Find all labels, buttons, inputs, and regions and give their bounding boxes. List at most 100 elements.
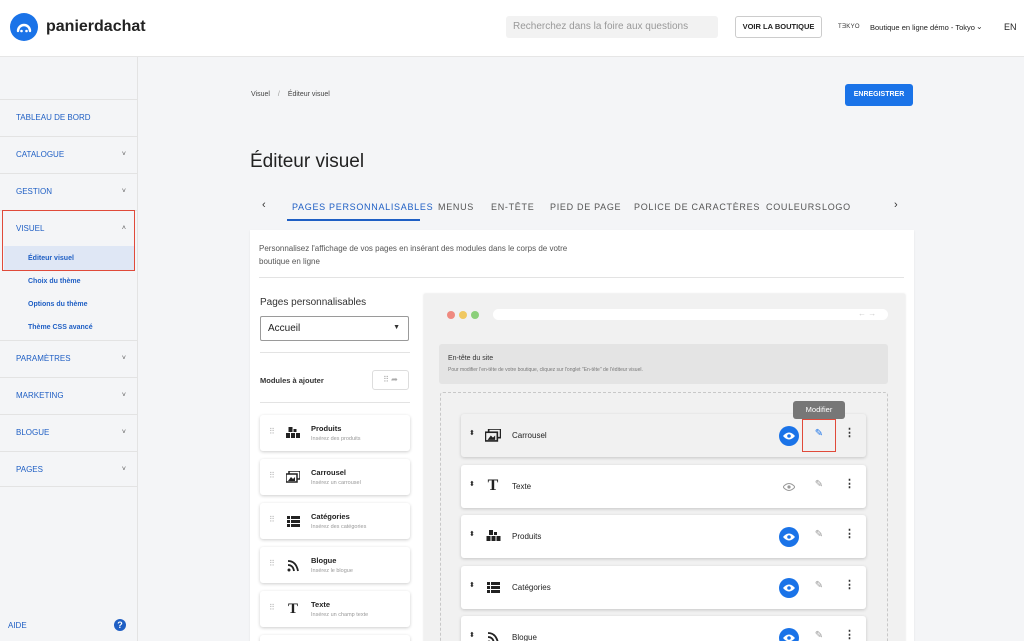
drag-share-icon[interactable]: ⠿ ➦ — [372, 370, 409, 390]
module-desc: Insérez un champ texte — [311, 612, 369, 618]
chevron-down-icon: ˅ — [121, 466, 126, 473]
pages-select-value: Accueil — [268, 323, 301, 334]
help-icon[interactable]: ? — [114, 619, 126, 631]
sort-icon[interactable]: ⬍ — [469, 530, 475, 538]
site-header-title: En-tête du site — [448, 355, 494, 362]
help-link[interactable]: AIDE — [8, 621, 27, 630]
sort-icon[interactable]: ⬍ — [469, 581, 475, 589]
tab-custom-pages[interactable]: PAGES PERSONNALISABLES — [292, 202, 433, 212]
sidebar-item-catalogue[interactable]: CATALOGUE ˅ — [0, 136, 138, 172]
store-selector[interactable]: Boutique en ligne démo - Tokyo — [870, 23, 975, 32]
preview-row-categories[interactable]: ⬍ Catégories ✎ ⋮ — [461, 566, 866, 609]
sidebar-item-label: PAGES — [16, 465, 43, 474]
eye-icon[interactable] — [779, 527, 799, 547]
tab-footer[interactable]: PIED DE PAGE — [550, 202, 621, 212]
save-button[interactable]: ENREGISTRER — [845, 84, 913, 106]
tab-logo[interactable]: LOGO — [822, 202, 851, 212]
tab-bar: ‹ PAGES PERSONNALISABLES MENUS EN-TÊTE P… — [250, 193, 914, 219]
pages-select[interactable]: Accueil ▼ — [260, 316, 409, 341]
module-card-blog[interactable]: ⠿ Blogue Insérez le blogue — [260, 547, 410, 583]
preview-row-text[interactable]: ⬍ T Texte ✎ ⋮ — [461, 465, 866, 508]
more-options-icon[interactable]: ⋮ — [844, 628, 855, 641]
module-card-carousel[interactable]: ⠿ Carrousel Insérez un carrousel — [260, 459, 410, 495]
more-options-icon[interactable]: ⋮ — [844, 426, 855, 439]
active-tab-indicator — [287, 219, 420, 221]
blog-icon — [285, 557, 301, 573]
brand-name: panierdachat — [46, 18, 146, 35]
categories-icon — [484, 578, 502, 596]
tab-menus[interactable]: MENUS — [438, 202, 474, 212]
view-store-button[interactable]: VOIR LA BOUTIQUE — [735, 16, 822, 38]
module-desc: Insérez des catégories — [311, 524, 367, 530]
chevron-down-icon: ˅ — [121, 392, 126, 399]
row-name: Texte — [512, 482, 532, 491]
tab-header[interactable]: EN-TÊTE — [491, 202, 534, 212]
more-options-icon[interactable]: ⋮ — [844, 527, 855, 540]
chevron-down-icon[interactable]: ⌄ — [976, 22, 983, 31]
sidebar-item-parametres[interactable]: PARAMÈTRES ˅ — [0, 340, 138, 376]
carousel-icon — [484, 426, 502, 444]
chevron-down-icon: ˅ — [121, 429, 126, 436]
drag-handle-icon[interactable]: ⠿ — [269, 559, 275, 568]
sort-icon[interactable]: ⬍ — [469, 429, 475, 437]
module-name: Catégories — [311, 512, 350, 521]
chevron-right-icon[interactable]: › — [894, 199, 898, 211]
breadcrumb-root[interactable]: Visuel — [251, 91, 270, 98]
tab-fonts[interactable]: POLICE DE CARACTÈRES — [634, 202, 760, 212]
edit-icon[interactable]: ✎ — [811, 527, 827, 543]
sidebar-item-marketing[interactable]: MARKETING ˅ — [0, 377, 138, 413]
site-header-block[interactable] — [439, 344, 888, 384]
drag-handle-icon[interactable]: ⠿ — [269, 603, 275, 612]
more-options-icon[interactable]: ⋮ — [844, 578, 855, 591]
module-card-categories[interactable]: ⠿ Catégories Insérez des catégories — [260, 503, 410, 539]
module-card-products[interactable]: ⠿ Produits Insérez des produits — [260, 415, 410, 451]
sidebar-item-gestion[interactable]: GESTION ˅ — [0, 173, 138, 209]
row-name: Produits — [512, 532, 542, 541]
logo[interactable]: panierdachat — [10, 13, 146, 41]
window-close-dot — [447, 311, 455, 319]
breadcrumb-separator: / — [277, 91, 280, 98]
drag-handle-icon[interactable]: ⠿ — [269, 427, 275, 436]
sidebar-item-blogue[interactable]: BLOGUE ˅ — [0, 414, 138, 450]
language-selector[interactable]: EN — [1004, 22, 1017, 32]
url-bar — [493, 309, 888, 320]
divider — [259, 277, 904, 278]
eye-icon[interactable] — [779, 628, 799, 641]
sort-icon[interactable]: ⬍ — [469, 631, 475, 639]
preview-row-products[interactable]: ⬍ Produits ✎ ⋮ — [461, 515, 866, 558]
pages-select-label: Pages personnalisables — [260, 297, 367, 308]
sort-icon[interactable]: ⬍ — [469, 480, 475, 488]
highlight-box — [802, 419, 836, 452]
drag-handle-icon[interactable]: ⠿ — [269, 515, 275, 524]
window-minimize-dot — [459, 311, 467, 319]
eye-icon[interactable] — [779, 426, 799, 446]
edit-icon[interactable]: ✎ — [811, 578, 827, 594]
more-options-icon[interactable]: ⋮ — [844, 477, 855, 490]
chevron-down-icon: ˅ — [121, 355, 126, 362]
drag-handle-icon[interactable]: ⠿ — [269, 471, 275, 480]
module-name: Produits — [311, 424, 342, 433]
store-logo: TƎKYO — [838, 24, 860, 30]
subitem-theme-choice[interactable]: Choix du thème — [28, 278, 81, 285]
chevron-left-icon[interactable]: ‹ — [262, 199, 266, 211]
chevron-down-icon: ˅ — [121, 151, 126, 158]
eye-icon[interactable] — [779, 477, 799, 497]
module-name: Carrousel — [311, 468, 347, 477]
sidebar-item-dashboard[interactable]: TABLEAU DE BORD — [0, 99, 138, 135]
module-card-text[interactable]: ⠿ T Texte Insérez un champ texte — [260, 591, 410, 627]
search-input[interactable]: Recherchez dans la foire aux questions — [506, 16, 718, 38]
tab-colors[interactable]: COULEURS — [766, 202, 822, 212]
caret-down-icon: ▼ — [393, 324, 400, 331]
module-desc: Insérez un carrousel — [311, 480, 361, 486]
sidebar-item-pages[interactable]: PAGES ˅ — [0, 451, 138, 487]
top-bar: panierdachat Recherchez dans la foire au… — [0, 0, 1024, 57]
eye-icon[interactable] — [779, 578, 799, 598]
module-card-more[interactable] — [260, 635, 410, 641]
divider — [260, 352, 410, 353]
preview-row-blog[interactable]: ⬍ Blogue ✎ ⋮ — [461, 616, 866, 641]
edit-icon[interactable]: ✎ — [811, 628, 827, 641]
text-icon: T — [487, 477, 499, 494]
subitem-advanced-css[interactable]: Thème CSS avancé — [28, 324, 93, 331]
edit-icon[interactable]: ✎ — [811, 477, 827, 493]
subitem-theme-options[interactable]: Options du thème — [28, 301, 88, 308]
